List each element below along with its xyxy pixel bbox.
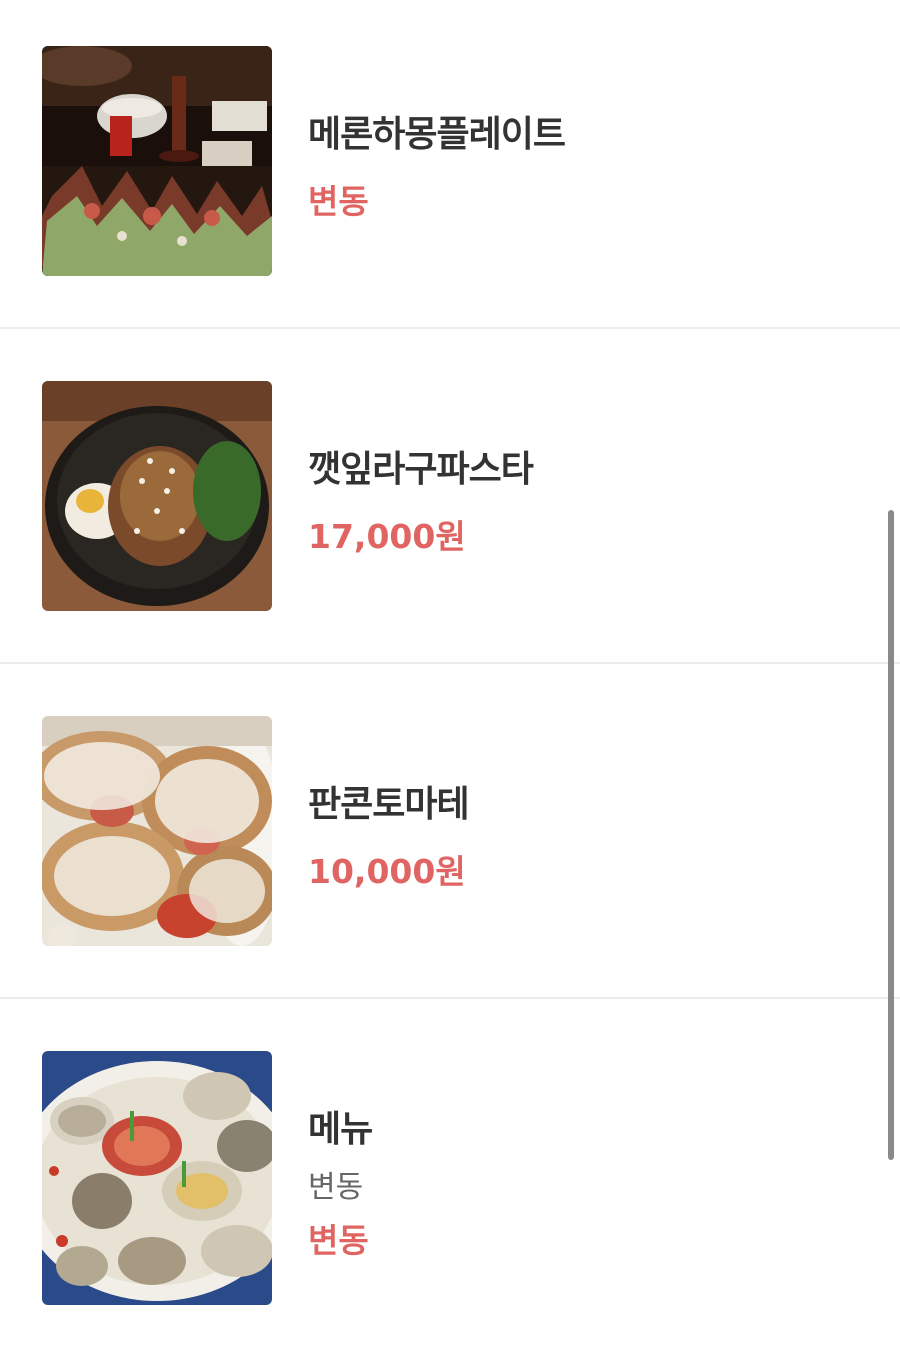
menu-list: 메론하몽플레이트 변동 깻잎라구파스타 17,000원 판콘토마테 10,000… <box>0 0 900 1352</box>
menu-item-photo[interactable] <box>42 1051 272 1305</box>
divider <box>0 662 900 664</box>
menu-item-name: 메론하몽플레이트 <box>308 114 566 155</box>
melon-jamon-plate-photo <box>42 46 272 276</box>
menu-item-description: 변동 <box>308 1170 364 1205</box>
menu-item-name: 판콘토마테 <box>308 784 470 825</box>
menu-item-price: 변동 <box>308 182 369 221</box>
divider <box>0 327 900 329</box>
menu-item-photo[interactable] <box>42 46 272 276</box>
menu-item-name: 메뉴 <box>308 1109 373 1150</box>
menu-item-price: 17,000원 <box>308 517 466 556</box>
divider <box>0 997 900 999</box>
pan-con-tomate-photo <box>42 716 272 946</box>
menu-item-photo[interactable] <box>42 381 272 611</box>
menu-item[interactable]: 메론하몽플레이트 변동 <box>0 0 900 329</box>
menu-item-price: 변동 <box>308 1221 369 1260</box>
perilla-ragu-pasta-photo <box>42 381 272 611</box>
scrollbar-thumb[interactable] <box>888 510 894 1160</box>
menu-item-photo[interactable] <box>42 716 272 946</box>
menu-item-name: 깻잎라구파스타 <box>308 449 534 490</box>
clam-seafood-photo <box>42 1051 272 1305</box>
menu-item-price: 10,000원 <box>308 852 466 891</box>
